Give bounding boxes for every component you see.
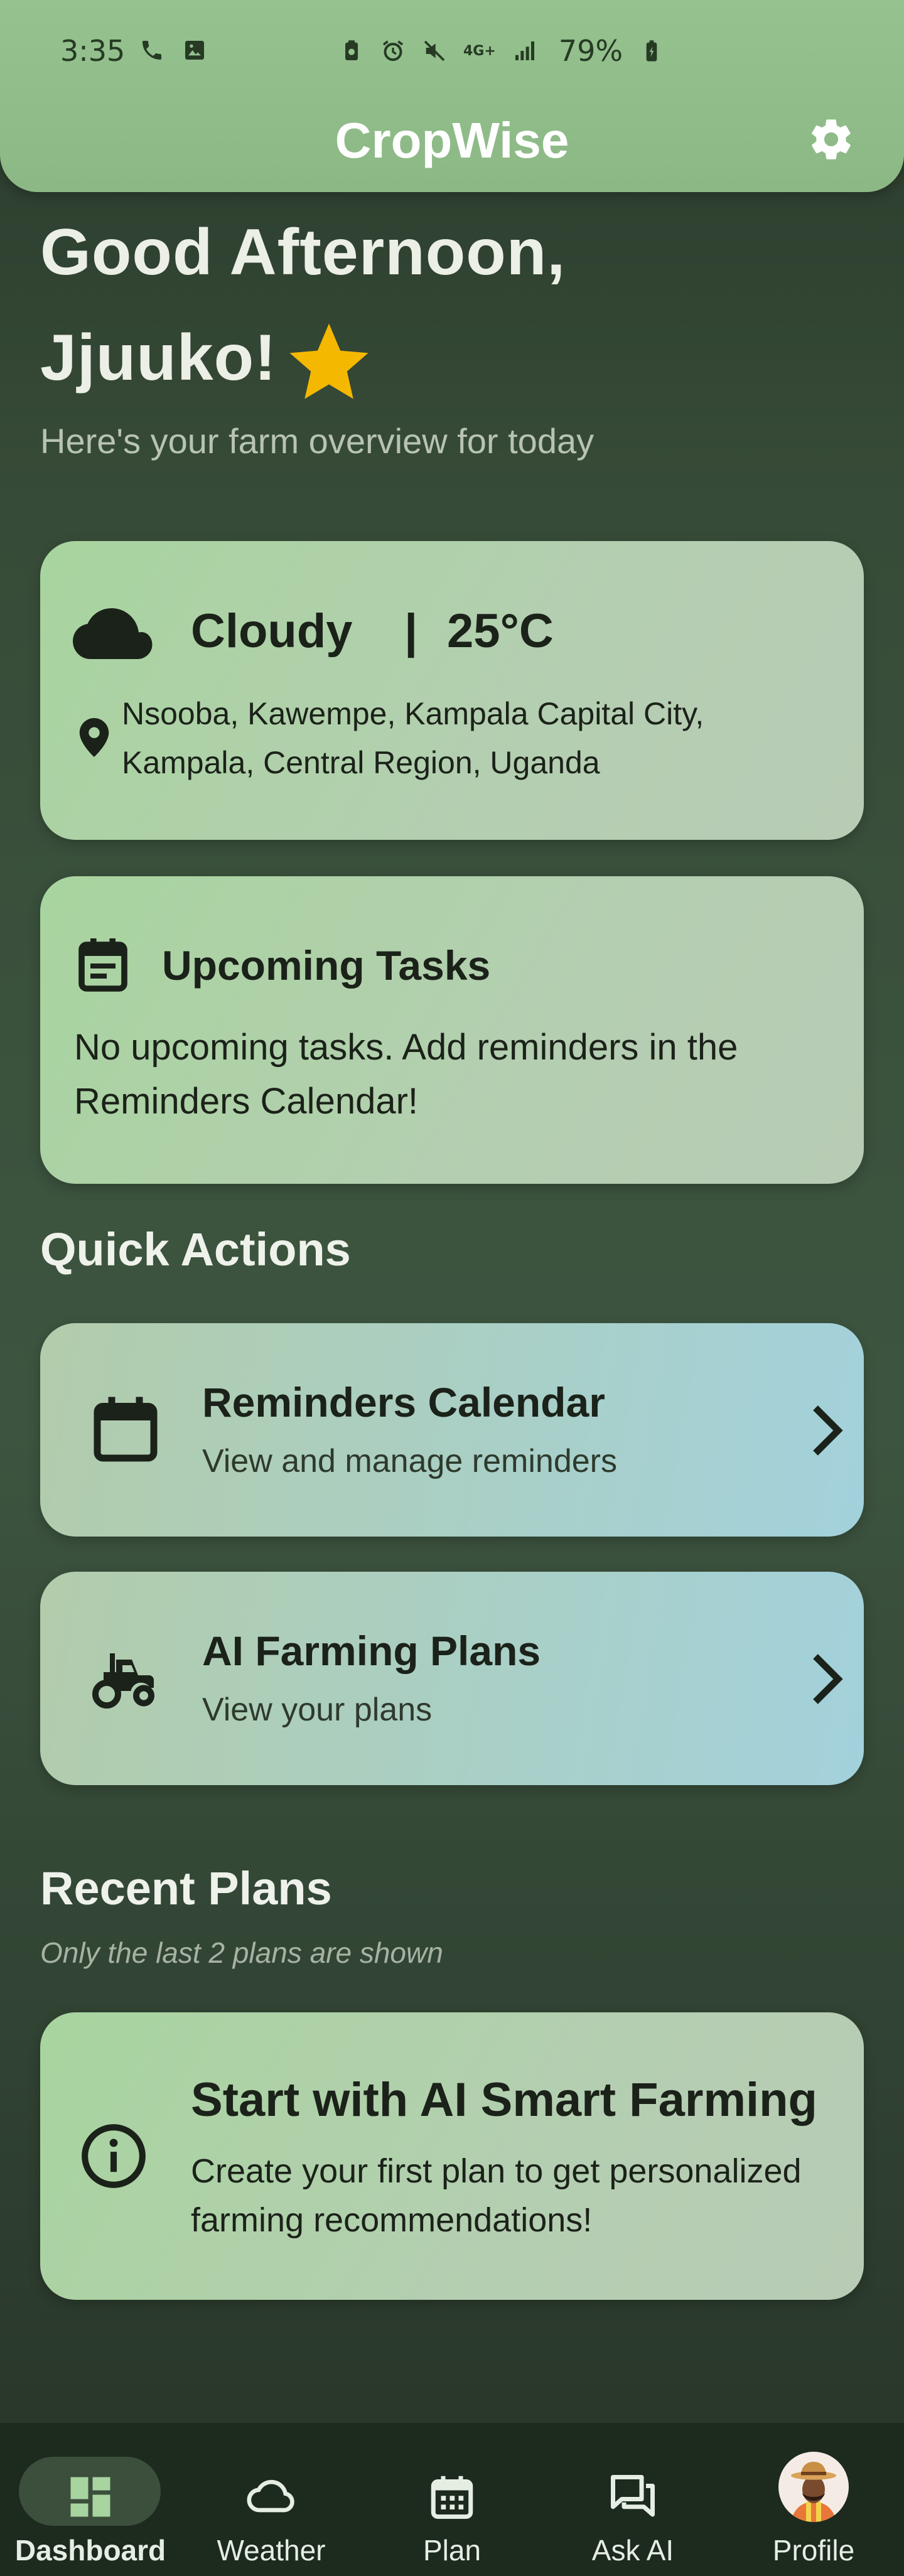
quick-actions-title: Quick Actions (40, 1223, 351, 1275)
nav-plan[interactable]: Plan (362, 2423, 542, 2576)
battery-percent: 79% (558, 34, 623, 68)
upcoming-tasks-card[interactable]: Upcoming Tasks No upcoming tasks. Add re… (40, 876, 864, 1184)
battery-saver-icon (345, 40, 358, 60)
weather-separator: | (404, 604, 418, 658)
reminders-calendar-title: Reminders Calendar (202, 1379, 605, 1425)
nav-dashboard[interactable]: Dashboard (0, 2423, 181, 2576)
battery-icon (646, 40, 657, 62)
weather-location: Nsooba, Kawempe, Kampala Capital City, K… (122, 696, 704, 780)
mute-icon (424, 40, 445, 62)
farmer-avatar-image (778, 2452, 849, 2522)
gear-icon[interactable] (807, 115, 855, 163)
nav-plan-label: Plan (422, 2534, 482, 2567)
network-label: 4G+ (463, 43, 496, 59)
greeting-subtitle: Here's your farm overview for today (40, 421, 595, 461)
calendar-grid-icon (431, 2476, 473, 2519)
start-card-body: Create your first plan to get personaliz… (191, 2152, 802, 2239)
greeting-line1: Good Afternoon, (40, 216, 566, 289)
status-time: 3:35 (60, 34, 126, 68)
weather-card[interactable]: Cloudy | 25°C Nsooba, Kawempe, Kampala C… (40, 541, 864, 840)
nav-weather[interactable]: Weather (181, 2423, 362, 2576)
weather-temperature: 25°C (447, 604, 554, 658)
avatar (778, 2452, 849, 2522)
tasks-title: Upcoming Tasks (162, 942, 491, 989)
nav-profile[interactable]: Profile (723, 2423, 904, 2576)
nav-weather-label: Weather (217, 2534, 326, 2567)
nav-ask-ai-label: Ask AI (591, 2534, 674, 2567)
chevron-right-icon (813, 1405, 843, 1456)
chat-icon (611, 2475, 655, 2517)
signal-icon (515, 41, 534, 60)
greeting-name: Jjuuko! (40, 321, 277, 394)
nav-profile-label: Profile (772, 2534, 855, 2567)
image-icon (185, 41, 204, 60)
status-bar: 3:35 4G+ 79% (0, 25, 904, 82)
location-pin-icon (79, 718, 109, 757)
recent-plans-note: Only the last 2 plans are shown (40, 1936, 443, 1969)
cloud-icon (73, 608, 153, 659)
call-icon (143, 41, 161, 60)
event-note-icon (78, 938, 127, 992)
reminders-calendar-subtitle: View and manage reminders (202, 1443, 617, 1479)
info-icon (82, 2124, 146, 2188)
app-bar: 3:35 4G+ 79% CropWise (0, 0, 904, 192)
nav-dashboard-label: Dashboard (14, 2534, 166, 2567)
ai-farming-plans-subtitle: View your plans (202, 1692, 433, 1728)
bottom-navigation: Dashboard Weather Plan Ask AI Profile (0, 2423, 904, 2576)
star-icon (289, 323, 369, 399)
dashboard-icon (70, 2477, 110, 2517)
recent-plans-title: Recent Plans (40, 1862, 332, 1914)
alarm-icon (382, 40, 404, 62)
weather-condition: Cloudy (191, 604, 353, 658)
ai-farming-plans-title: AI Farming Plans (202, 1628, 541, 1674)
chevron-right-icon (813, 1654, 843, 1704)
greeting: Good Afternoon, Jjuuko! (40, 200, 566, 411)
reminders-calendar-button[interactable]: Reminders Calendar View and manage remin… (40, 1323, 864, 1537)
app-title: CropWise (335, 112, 569, 168)
tractor-icon (92, 1653, 154, 1709)
start-card-title: Start with AI Smart Farming (191, 2073, 817, 2127)
start-smart-farming-card[interactable]: Start with AI Smart Farming Create your … (40, 2012, 864, 2300)
ai-farming-plans-button[interactable]: AI Farming Plans View your plans (40, 1572, 864, 1785)
nav-ask-ai[interactable]: Ask AI (542, 2423, 723, 2576)
cloud-outline-icon (247, 2479, 294, 2513)
tasks-message: No upcoming tasks. Add reminders in the … (74, 1027, 738, 1122)
calendar-icon (94, 1397, 158, 1462)
